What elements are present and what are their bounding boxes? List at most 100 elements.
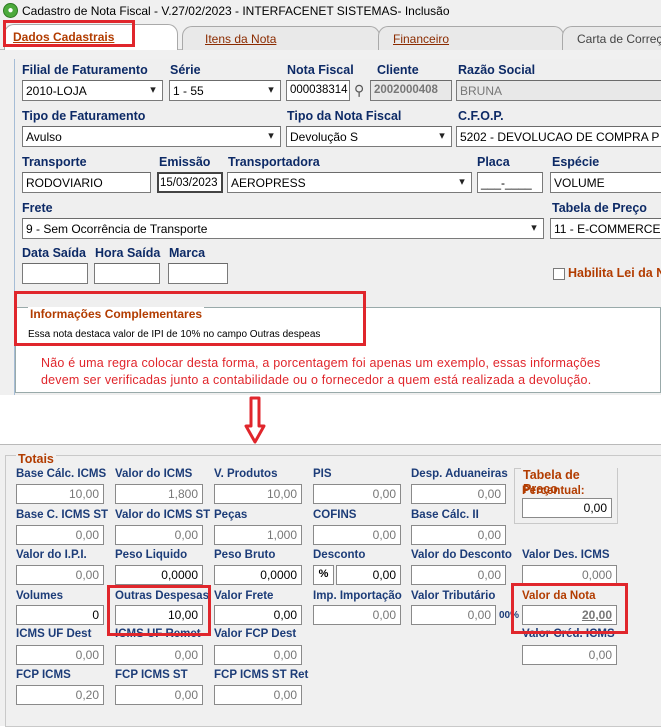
down-arrow-icon [244, 396, 266, 444]
valor-frete-label: Valor Frete [214, 590, 274, 602]
hora-saida-input[interactable] [94, 263, 160, 284]
valor-icms-field[interactable]: 1,800 [115, 484, 203, 504]
valor-tributario-label: Valor Tributário [411, 590, 496, 602]
emissao-input[interactable]: 15/03/2023 [157, 172, 223, 193]
frete-label: Frete [22, 201, 53, 215]
imp-importacao-field[interactable]: 0,00 [313, 605, 401, 625]
emissao-label: Emissão [159, 155, 211, 169]
totais-legend: Totais [16, 452, 56, 466]
tabela-preco-select[interactable]: 11 - E-COMMERCE [550, 218, 661, 239]
annotation-line-1: Não é uma regra colocar desta forma, a p… [41, 356, 601, 370]
cliente-input[interactable]: 2002000408 [370, 80, 452, 101]
valor-des-icms-label: Valor Des. ICMS [522, 549, 610, 561]
valor-cred-icms-field[interactable]: 0,00 [522, 645, 617, 665]
cfop-label: C.F.O.P. [458, 109, 504, 123]
valor-fcp-dest-field[interactable]: 0,00 [214, 645, 302, 665]
tipo-nota-label: Tipo da Nota Fiscal [287, 109, 402, 123]
search-icon[interactable]: ⚲ [354, 82, 364, 99]
peso-liquido-label: Peso Liquido [115, 549, 188, 561]
cfop-select[interactable]: 5202 - DEVOLUCAO DE COMPRA P [456, 126, 661, 147]
data-saida-label: Data Saída [22, 246, 86, 260]
tab-itens-da-nota[interactable]: Itens da Nota [182, 26, 380, 50]
transportadora-label: Transportadora [228, 155, 320, 169]
valor-tributario-field[interactable]: 0,00 [411, 605, 496, 625]
valor-frete-field[interactable]: 0,00 [214, 605, 302, 625]
filial-select[interactable]: 2010-LOJA [22, 80, 163, 101]
icms-uf-dest-field[interactable]: 0,00 [16, 645, 104, 665]
desconto-label: Desconto [313, 549, 366, 561]
cofins-field[interactable]: 0,00 [313, 525, 401, 545]
base-icms-st-field[interactable]: 0,00 [16, 525, 104, 545]
nota-fiscal-input[interactable]: 000038314 [286, 80, 350, 101]
pecas-field[interactable]: 1,000 [214, 525, 302, 545]
percentual-label: Percentual: [522, 485, 585, 497]
hora-saida-label: Hora Saída [95, 246, 161, 260]
especie-label: Espécie [552, 155, 600, 169]
desconto-percent-button[interactable]: % [313, 565, 334, 585]
base-icms-st-label: Base C. ICMS ST [16, 509, 109, 521]
window-title: Cadastro de Nota Fiscal - V.27/02/2023 -… [22, 4, 450, 18]
marca-input[interactable] [168, 263, 228, 284]
base-icms-field[interactable]: 10,00 [16, 484, 104, 504]
base-icms-label: Base Cálc. ICMS [16, 468, 107, 480]
tipo-nota-select[interactable]: Devolução S [286, 126, 452, 147]
valor-ipi-field[interactable]: 0,00 [16, 565, 104, 585]
base-ii-label: Base Cálc. II [411, 509, 479, 521]
imp-importacao-label: Imp. Importação [313, 590, 402, 602]
peso-liquido-field[interactable]: 0,0000 [115, 565, 203, 585]
desconto-field[interactable]: 0,00 [336, 565, 401, 585]
volumes-field[interactable]: 0 [16, 605, 104, 625]
habilita-lei-checkbox[interactable] [553, 268, 565, 280]
placa-input[interactable]: ___-____ [477, 172, 543, 193]
habilita-lei-label: Habilita Lei da N [568, 266, 661, 280]
tab-label: Carta de Correção [577, 32, 661, 46]
icms-uf-dest-label: ICMS UF Dest [16, 628, 92, 640]
especie-input[interactable]: VOLUME [550, 172, 661, 193]
valor-fcp-dest-label: Valor FCP Dest [214, 628, 297, 640]
tab-label: Financeiro [393, 32, 450, 46]
peso-bruto-field[interactable]: 0,0000 [214, 565, 302, 585]
frete-select[interactable]: 9 - Sem Ocorrência de Transporte [22, 218, 544, 239]
valor-icms-st-label: Valor do ICMS ST [115, 509, 211, 521]
app-icon: ● [3, 3, 18, 18]
transportadora-select[interactable]: AEROPRESS [227, 172, 472, 193]
valor-des-icms-field[interactable]: 0,000 [522, 565, 617, 585]
fcp-icms-st-field[interactable]: 0,00 [115, 685, 203, 705]
tabela-preco-label: Tabela de Preço [552, 201, 647, 215]
filial-label: Filial de Faturamento [22, 63, 148, 77]
dados-cadastrais-panel: Filial de Faturamento 2010-LOJA Série 1 … [0, 50, 661, 395]
tab-financeiro[interactable]: Financeiro [378, 26, 564, 50]
tab-carta-de-correcao[interactable]: Carta de Correção [562, 26, 661, 50]
fcp-icms-st-ret-field[interactable]: 0,00 [214, 685, 302, 705]
razao-social-label: Razão Social [458, 63, 536, 77]
tipo-faturamento-select[interactable]: Avulso [22, 126, 281, 147]
highlight-info [14, 291, 366, 346]
tab-label: Itens da Nota [205, 32, 277, 46]
desp-aduaneiras-field[interactable]: 0,00 [411, 484, 506, 504]
pecas-label: Peças [214, 509, 248, 521]
highlight-tab [3, 20, 135, 47]
data-saida-input[interactable] [22, 263, 88, 284]
v-produtos-label: V. Produtos [214, 468, 278, 480]
valor-icms-st-field[interactable]: 0,00 [115, 525, 203, 545]
annotation-line-2: devem ser verificadas junto a contabilid… [41, 373, 592, 387]
base-ii-field[interactable]: 0,00 [411, 525, 506, 545]
pis-field[interactable]: 0,00 [313, 484, 401, 504]
fcp-icms-st-ret-label: FCP ICMS ST Ret [214, 669, 309, 681]
razao-social-input[interactable]: BRUNA [456, 80, 661, 101]
transporte-input[interactable]: RODOVIARIO [22, 172, 151, 193]
fcp-icms-field[interactable]: 0,20 [16, 685, 104, 705]
nota-fiscal-label: Nota Fiscal [287, 63, 354, 77]
valor-desconto-field[interactable]: 0,00 [411, 565, 506, 585]
percentual-field[interactable]: 0,00 [522, 498, 612, 518]
fcp-icms-label: FCP ICMS [16, 669, 71, 681]
v-produtos-field[interactable]: 10,00 [214, 484, 302, 504]
highlight-valor-nota [511, 583, 628, 634]
serie-label: Série [170, 63, 201, 77]
icms-uf-remet-field[interactable]: 0,00 [115, 645, 203, 665]
title-bar: ● Cadastro de Nota Fiscal - V.27/02/2023… [0, 0, 661, 22]
peso-bruto-label: Peso Bruto [214, 549, 276, 561]
cliente-label: Cliente [377, 63, 419, 77]
highlight-outras-despesas [107, 585, 211, 636]
serie-select[interactable]: 1 - 55 [169, 80, 281, 101]
